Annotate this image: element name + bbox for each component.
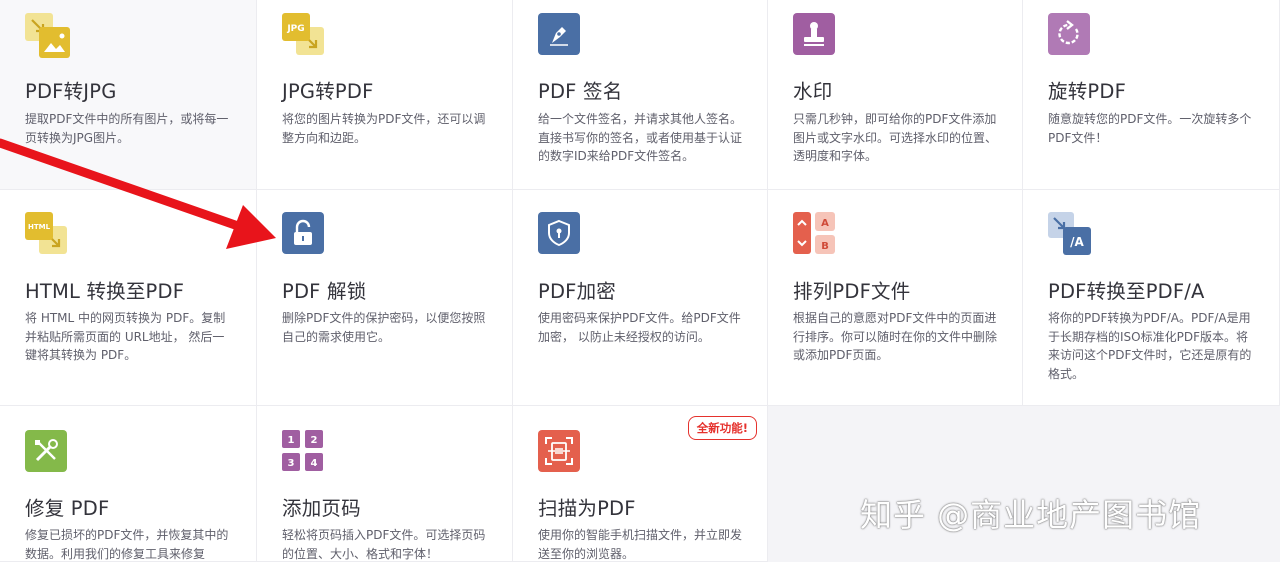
repair-tools-icon [25,430,71,476]
tool-title: PDF 解锁 [282,280,367,303]
rotate-icon [1048,13,1094,59]
tool-card-repair[interactable]: 修复 PDF 修复已损坏的PDF文件，并恢复其中的数据。利用我们的修复工具来修复 [0,406,257,562]
tool-description: 随意旋转您的PDF文件。一次旋转多个PDF文件！ [1048,112,1252,145]
pdf-to-pdfa-icon: /A [1048,212,1094,258]
tool-description: 删除PDF文件的保护密码，以便您按照自己的需求使用它。 [282,311,486,344]
tool-title: PDF加密 [538,280,616,303]
tool-description: 根据自己的意愿对PDF文件中的页面进行排序。你可以随时在你的文件中删除或添加PD… [793,311,998,362]
tool-card-watermark[interactable]: 水印 只需几秒钟，即可给你的PDF文件添加图片或文字水印。可选择水印的位置、透明… [768,0,1023,190]
tool-title: 扫描为PDF [538,497,636,520]
tool-card-rotate[interactable]: 旋转PDF 随意旋转您的PDF文件。一次旋转多个PDF文件！ [1023,0,1280,190]
icon-label: /A [1070,235,1084,249]
icon-label: 2 [311,435,318,446]
icon-label: A [821,218,829,229]
tool-description: 只需几秒钟，即可给你的PDF文件添加图片或文字水印。可选择水印的位置、透明度和字… [793,112,998,163]
tool-description: 使用你的智能手机扫描文件，并立即发送至你的浏览器。 [538,528,743,561]
empty-grid-area [768,406,1280,562]
tool-title: PDF 签名 [538,80,623,103]
scan-icon [538,430,584,476]
sign-pen-icon [538,13,584,59]
tool-card-protect[interactable]: PDF加密 使用密码来保护PDF文件。给PDF文件加密， 以防止未经授权的访问。 [513,190,768,406]
annotation-arrow-icon [0,138,276,249]
icon-label: 4 [311,458,318,469]
icon-label: 1 [288,435,295,446]
tool-title: 排列PDF文件 [793,280,911,303]
tool-description: 轻松将页码插入PDF文件。可选择页码的位置、大小、格式和字体！ [282,528,486,561]
new-feature-badge: 全新功能! [687,416,757,440]
tool-title: 添加页码 [282,497,361,520]
tool-title: PDF转换至PDF/A [1048,280,1205,303]
tool-card-organize[interactable]: AB 排列PDF文件 根据自己的意愿对PDF文件中的页面进行排序。你可以随时在你… [768,190,1023,406]
watermark-stamp-icon [793,13,839,59]
tool-description: 修复已损坏的PDF文件，并恢复其中的数据。利用我们的修复工具来修复 [25,528,229,561]
tool-card-sign-pdf[interactable]: PDF 签名 给一个文件签名，并请求其他人签名。直接书写你的签名，或者使用基于认… [513,0,768,190]
protect-shield-icon [538,212,584,258]
tool-title: 修复 PDF [25,497,110,520]
icon-label: B [821,241,829,252]
tool-title: 水印 [793,80,833,103]
tool-title: 旋转PDF [1048,80,1126,103]
tool-description: 使用密码来保护PDF文件。给PDF文件加密， 以防止未经授权的访问。 [538,311,741,344]
tool-title: HTML 转换至PDF [25,280,185,303]
watermark-text: 知乎 @商业地产图书馆 [860,496,1202,534]
tool-description: 将 HTML 中的网页转换为 PDF。复制并粘贴所需页面的 URL地址， 然后一… [25,311,226,362]
page-numbers-icon: 1 2 3 4 [282,430,328,476]
tool-card-page-numbers[interactable]: 1 2 3 4 添加页码 轻松将页码插入PDF文件。可选择页码的位置、大小、格式和字体… [257,406,513,562]
organize-icon: AB [793,212,839,258]
tool-card-pdf-to-pdfa[interactable]: /A PDF转换至PDF/A 将你的PDF转换为PDF/A。PDF/A是用于长期… [1023,190,1280,406]
tool-card-scan[interactable]: 全新功能! 扫描为PDF 使用你的智能手机扫描文件，并立即发送至你的浏览器。 [513,406,768,562]
icon-label: 3 [288,458,295,469]
tool-description: 将你的PDF转换为PDF/A。PDF/A是用于长期存档的ISO标准化PDF版本。… [1048,311,1252,381]
tool-description: 给一个文件签名，并请求其他人签名。直接书写你的签名，或者使用基于认证的数字ID来… [538,112,743,163]
